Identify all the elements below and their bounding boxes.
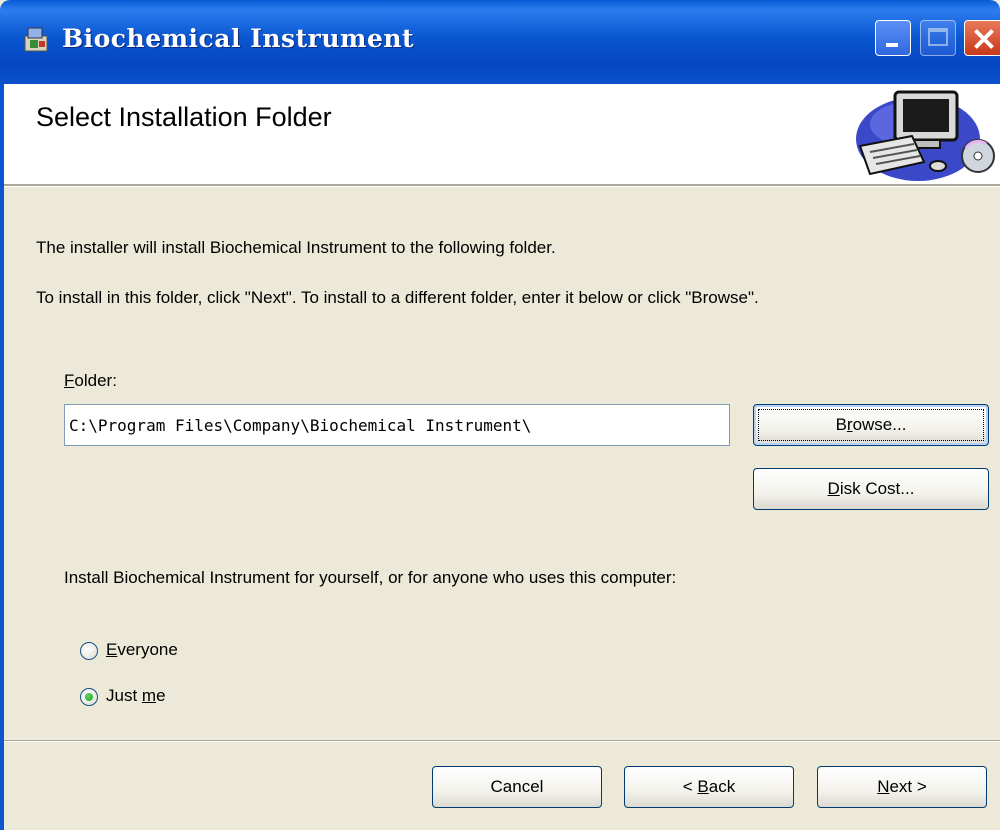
disk-cost-label: isk Cost... — [839, 479, 915, 498]
page-title: Select Installation Folder — [36, 102, 332, 132]
window-frame — [0, 84, 4, 830]
back-label-pre: < — [682, 777, 698, 796]
radio-just-me[interactable] — [80, 688, 98, 706]
next-label-rest: ext > — [889, 777, 927, 796]
radio-just-me-label[interactable]: Just me — [106, 686, 166, 706]
intro-text: The installer will install Biochemical I… — [36, 238, 556, 257]
install-scope-prompt: Install Biochemical Instrument for yours… — [64, 568, 677, 587]
folder-path-input[interactable] — [64, 404, 730, 446]
folder-label-text: older: — [74, 371, 117, 390]
minimize-button[interactable] — [875, 20, 911, 56]
radio-everyone-label[interactable]: Everyone — [106, 640, 178, 660]
radio-everyone[interactable] — [80, 642, 98, 660]
radio-just-me-rest: e — [156, 686, 166, 705]
computer-cd-illustration-icon — [856, 90, 995, 181]
instructions-text: To install in this folder, click "Next".… — [36, 288, 759, 307]
window-title: Biochemical Instrument — [62, 24, 415, 53]
back-button[interactable]: < Back — [624, 766, 794, 808]
header-banner: Select Installation Folder — [4, 84, 1000, 184]
next-button[interactable]: Next > — [817, 766, 987, 808]
close-button[interactable] — [964, 20, 1000, 56]
disk-cost-button[interactable]: Disk Cost... — [753, 468, 989, 510]
back-label-mnemonic: B — [697, 777, 709, 796]
radio-everyone-mnemonic: E — [106, 640, 118, 659]
maximize-button — [920, 20, 956, 56]
folder-label: Folder: — [64, 371, 117, 391]
installer-icon — [24, 27, 48, 52]
folder-label-mnemonic: F — [64, 371, 75, 390]
browse-button[interactable]: Browse... — [753, 404, 989, 446]
radio-just-me-pre: Just — [106, 686, 142, 705]
banner-divider — [4, 184, 1000, 187]
next-label-mnemonic: N — [877, 777, 890, 796]
browse-label-pre: B — [835, 415, 847, 434]
browse-label-rest: owse... — [852, 415, 907, 434]
disk-cost-mnemonic: D — [827, 479, 840, 498]
footer-divider — [4, 740, 1000, 742]
title-bar[interactable]: Biochemical Instrument — [0, 0, 1000, 84]
cancel-button[interactable]: Cancel — [432, 766, 602, 808]
back-label-rest: ack — [708, 777, 736, 796]
browse-label-mnemonic: r — [846, 415, 853, 434]
radio-just-me-mnemonic: m — [141, 686, 157, 705]
radio-everyone-rest: veryone — [117, 640, 178, 659]
